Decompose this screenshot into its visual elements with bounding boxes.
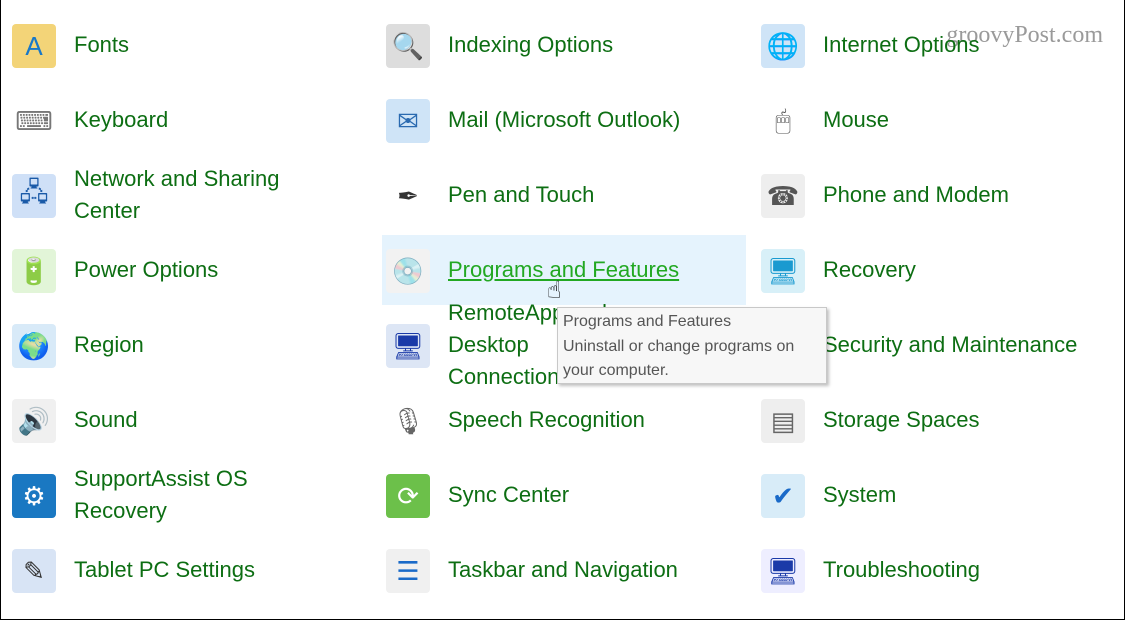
supportassist-icon: ⚙ [12, 474, 56, 518]
programs-features-icon: 💿 [386, 249, 430, 293]
item-label[interactable]: Mail (Microsoft Outlook) [448, 104, 680, 136]
item-label[interactable]: Recovery [823, 254, 916, 286]
item-label[interactable]: System [823, 479, 896, 511]
item-label[interactable]: Internet Options [823, 29, 980, 61]
item-internet-options[interactable]: 🌐 Internet Options [757, 10, 1117, 80]
item-label[interactable]: Pen and Touch [448, 179, 594, 211]
item-label[interactable]: Phone and Modem [823, 179, 1009, 211]
item-power-options[interactable]: 🔋 Power Options [8, 235, 368, 305]
tooltip-description: Uninstall or change programs on your com… [563, 337, 795, 380]
phone-icon: ☎ [761, 174, 805, 218]
item-keyboard[interactable]: ⌨ Keyboard [8, 85, 368, 155]
hand-cursor-icon: ☝ [547, 277, 562, 304]
item-label[interactable]: Sync Center [448, 479, 569, 511]
item-mail-microsoft-outlook[interactable]: ✉ Mail (Microsoft Outlook) [382, 85, 746, 155]
item-label[interactable]: Indexing Options [448, 29, 613, 61]
item-programs-and-features[interactable]: 💿 Programs and Features [382, 235, 746, 305]
system-icon: ✔ [761, 474, 805, 518]
tablet-icon: ✎ [12, 549, 56, 593]
item-tablet-pc-settings[interactable]: ✎ Tablet PC Settings [8, 535, 368, 605]
mouse-icon: 🖱 [761, 99, 805, 143]
item-speech-recognition[interactable]: 🎙 Speech Recognition [382, 385, 746, 455]
taskbar-icon: ☰ [386, 549, 430, 593]
item-region[interactable]: 🌍 Region [8, 310, 368, 380]
item-label[interactable]: Keyboard [74, 104, 168, 136]
keyboard-icon: ⌨ [12, 99, 56, 143]
item-label[interactable]: Region [74, 329, 144, 361]
fonts-icon: A [12, 24, 56, 68]
item-system[interactable]: ✔ System [757, 460, 1117, 530]
item-label[interactable]: Speech Recognition [448, 404, 645, 436]
item-label[interactable]: Power Options [74, 254, 218, 286]
recovery-icon: 🖥 [761, 249, 805, 293]
pen-icon: ✒ [386, 174, 430, 218]
tooltip-title: Programs and Features [563, 313, 732, 330]
indexing-options-icon: 🔍 [386, 24, 430, 68]
item-indexing-options[interactable]: 🔍 Indexing Options [382, 10, 746, 80]
item-taskbar-and-navigation[interactable]: ☰ Taskbar and Navigation [382, 535, 746, 605]
region-icon: 🌍 [12, 324, 56, 368]
tooltip: Programs and Features Uninstall or chang… [557, 307, 827, 384]
item-label[interactable]: Programs and Features [448, 254, 679, 286]
item-label[interactable]: Storage Spaces [823, 404, 980, 436]
item-label[interactable]: Security and Maintenance [823, 329, 1077, 361]
item-supportassist-os-recovery[interactable]: ⚙ SupportAssist OS Recovery [8, 460, 368, 530]
item-label[interactable]: Fonts [74, 29, 129, 61]
item-label[interactable]: Sound [74, 404, 138, 436]
troubleshooting-icon: 🖥 [761, 549, 805, 593]
item-pen-and-touch[interactable]: ✒ Pen and Touch [382, 160, 746, 230]
item-storage-spaces[interactable]: ▤ Storage Spaces [757, 385, 1117, 455]
item-label[interactable]: Network and Sharing Center [74, 163, 314, 227]
item-phone-and-modem[interactable]: ☎ Phone and Modem [757, 160, 1117, 230]
sound-icon: 🔊 [12, 399, 56, 443]
item-label[interactable]: Troubleshooting [823, 554, 980, 586]
item-label[interactable]: Tablet PC Settings [74, 554, 255, 586]
microphone-icon: 🎙 [386, 399, 430, 443]
mail-icon: ✉ [386, 99, 430, 143]
item-sync-center[interactable]: ⟳ Sync Center [382, 460, 746, 530]
item-mouse[interactable]: 🖱 Mouse [757, 85, 1117, 155]
sync-center-icon: ⟳ [386, 474, 430, 518]
storage-spaces-icon: ▤ [761, 399, 805, 443]
item-sound[interactable]: 🔊 Sound [8, 385, 368, 455]
item-fonts[interactable]: A Fonts [8, 10, 368, 80]
item-label[interactable]: SupportAssist OS Recovery [74, 463, 314, 527]
item-label[interactable]: Mouse [823, 104, 889, 136]
item-network-and-sharing-center[interactable]: 🖧 Network and Sharing Center [8, 160, 368, 230]
network-icon: 🖧 [12, 174, 56, 218]
remoteapp-icon: 🖥 [386, 324, 430, 368]
item-recovery[interactable]: 🖥 Recovery [757, 235, 1117, 305]
item-label[interactable]: Taskbar and Navigation [448, 554, 678, 586]
power-options-icon: 🔋 [12, 249, 56, 293]
item-troubleshooting[interactable]: 🖥 Troubleshooting [757, 535, 1117, 605]
internet-options-icon: 🌐 [761, 24, 805, 68]
